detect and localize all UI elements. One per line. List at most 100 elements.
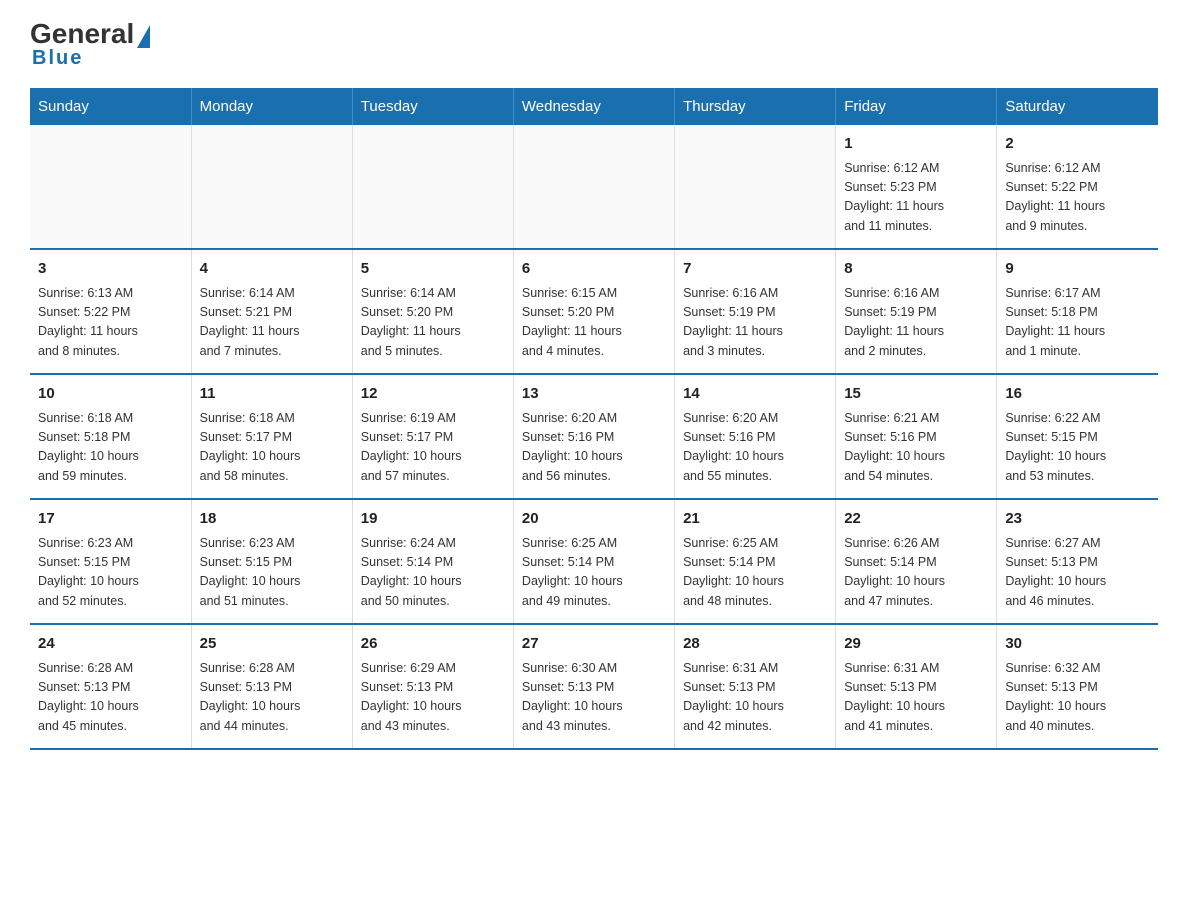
day-number: 13 <box>522 383 666 406</box>
day-number: 16 <box>1005 383 1150 406</box>
calendar-cell: 22 Sunrise: 6:26 AMSunset: 5:14 PMDayligh… <box>836 499 997 624</box>
day-number: 14 <box>683 383 827 406</box>
calendar-cell: 28 Sunrise: 6:31 AMSunset: 5:13 PMDayligh… <box>675 624 836 749</box>
calendar-week-row: 24 Sunrise: 6:28 AMSunset: 5:13 PMDayligh… <box>30 624 1158 749</box>
calendar-cell: 29 Sunrise: 6:31 AMSunset: 5:13 PMDayligh… <box>836 624 997 749</box>
calendar-week-row: 17 Sunrise: 6:23 AMSunset: 5:15 PMDayligh… <box>30 499 1158 624</box>
calendar-cell: 25 Sunrise: 6:28 AMSunset: 5:13 PMDayligh… <box>191 624 352 749</box>
day-number: 6 <box>522 258 666 281</box>
day-number: 29 <box>844 633 988 656</box>
calendar-cell: 30 Sunrise: 6:32 AMSunset: 5:13 PMDayligh… <box>997 624 1158 749</box>
calendar-cell: 14Sunrise: 6:20 AMSunset: 5:16 PMDayligh… <box>675 374 836 499</box>
calendar-cell: 24 Sunrise: 6:28 AMSunset: 5:13 PMDayligh… <box>30 624 191 749</box>
calendar-cell: 16 Sunrise: 6:22 AMSunset: 5:15 PMDayligh… <box>997 374 1158 499</box>
day-number: 15 <box>844 383 988 406</box>
calendar-cell: 18 Sunrise: 6:23 AMSunset: 5:15 PMDayligh… <box>191 499 352 624</box>
calendar-cell: 10 Sunrise: 6:18 AMSunset: 5:18 PMDayligh… <box>30 374 191 499</box>
day-info: Sunrise: 6:22 AMSunset: 5:15 PMDaylight:… <box>1005 409 1150 487</box>
day-info: Sunrise: 6:28 AMSunset: 5:13 PMDaylight:… <box>200 659 344 737</box>
calendar-cell: 1 Sunrise: 6:12 AMSunset: 5:23 PMDaylight… <box>836 125 997 249</box>
day-info: Sunrise: 6:23 AMSunset: 5:15 PMDaylight:… <box>200 534 344 612</box>
calendar-week-row: 10 Sunrise: 6:18 AMSunset: 5:18 PMDayligh… <box>30 374 1158 499</box>
calendar-week-row: 3 Sunrise: 6:13 AMSunset: 5:22 PMDaylight… <box>30 249 1158 374</box>
calendar-cell: 23 Sunrise: 6:27 AMSunset: 5:13 PMDayligh… <box>997 499 1158 624</box>
day-info: Sunrise: 6:16 AMSunset: 5:19 PMDaylight:… <box>844 284 988 362</box>
day-number: 24 <box>38 633 183 656</box>
day-number: 1 <box>844 133 988 156</box>
day-info: Sunrise: 6:23 AMSunset: 5:15 PMDaylight:… <box>38 534 183 612</box>
day-info: Sunrise: 6:27 AMSunset: 5:13 PMDaylight:… <box>1005 534 1150 612</box>
header-monday: Monday <box>191 88 352 125</box>
calendar-cell: 3 Sunrise: 6:13 AMSunset: 5:22 PMDaylight… <box>30 249 191 374</box>
calendar-week-row: 1 Sunrise: 6:12 AMSunset: 5:23 PMDaylight… <box>30 125 1158 249</box>
calendar-cell <box>675 125 836 249</box>
day-info: Sunrise: 6:18 AMSunset: 5:17 PMDaylight:… <box>200 409 344 487</box>
day-number: 27 <box>522 633 666 656</box>
header-tuesday: Tuesday <box>352 88 513 125</box>
day-number: 7 <box>683 258 827 281</box>
day-info: Sunrise: 6:25 AMSunset: 5:14 PMDaylight:… <box>522 534 666 612</box>
calendar-table: SundayMondayTuesdayWednesdayThursdayFrid… <box>30 88 1158 750</box>
day-number: 30 <box>1005 633 1150 656</box>
calendar-cell <box>30 125 191 249</box>
calendar-cell: 4 Sunrise: 6:14 AMSunset: 5:21 PMDaylight… <box>191 249 352 374</box>
day-info: Sunrise: 6:25 AMSunset: 5:14 PMDaylight:… <box>683 534 827 612</box>
page-header: General Blue <box>30 20 1158 68</box>
day-info: Sunrise: 6:12 AMSunset: 5:22 PMDaylight:… <box>1005 159 1150 237</box>
calendar-cell: 11 Sunrise: 6:18 AMSunset: 5:17 PMDayligh… <box>191 374 352 499</box>
day-info: Sunrise: 6:32 AMSunset: 5:13 PMDaylight:… <box>1005 659 1150 737</box>
calendar-cell: 13 Sunrise: 6:20 AMSunset: 5:16 PMDayligh… <box>513 374 674 499</box>
day-info: Sunrise: 6:14 AMSunset: 5:20 PMDaylight:… <box>361 284 505 362</box>
day-number: 10 <box>38 383 183 406</box>
day-info: Sunrise: 6:15 AMSunset: 5:20 PMDaylight:… <box>522 284 666 362</box>
calendar-cell <box>352 125 513 249</box>
calendar-cell: 12Sunrise: 6:19 AMSunset: 5:17 PMDayligh… <box>352 374 513 499</box>
day-info: Sunrise: 6:17 AMSunset: 5:18 PMDaylight:… <box>1005 284 1150 362</box>
day-number: 2 <box>1005 133 1150 156</box>
day-number: 4 <box>200 258 344 281</box>
header-wednesday: Wednesday <box>513 88 674 125</box>
day-number: 3 <box>38 258 183 281</box>
day-info: Sunrise: 6:14 AMSunset: 5:21 PMDaylight:… <box>200 284 344 362</box>
header-saturday: Saturday <box>997 88 1158 125</box>
header-thursday: Thursday <box>675 88 836 125</box>
calendar-cell: 15Sunrise: 6:21 AMSunset: 5:16 PMDayligh… <box>836 374 997 499</box>
day-info: Sunrise: 6:24 AMSunset: 5:14 PMDaylight:… <box>361 534 505 612</box>
day-number: 20 <box>522 508 666 531</box>
calendar-header-row: SundayMondayTuesdayWednesdayThursdayFrid… <box>30 88 1158 125</box>
calendar-cell: 17 Sunrise: 6:23 AMSunset: 5:15 PMDayligh… <box>30 499 191 624</box>
day-info: Sunrise: 6:12 AMSunset: 5:23 PMDaylight:… <box>844 159 988 237</box>
logo-display: General Blue <box>30 20 150 68</box>
calendar-cell: 7 Sunrise: 6:16 AMSunset: 5:19 PMDaylight… <box>675 249 836 374</box>
day-number: 5 <box>361 258 505 281</box>
day-info: Sunrise: 6:20 AMSunset: 5:16 PMDaylight:… <box>522 409 666 487</box>
calendar-cell: 27 Sunrise: 6:30 AMSunset: 5:13 PMDayligh… <box>513 624 674 749</box>
day-info: Sunrise: 6:30 AMSunset: 5:13 PMDaylight:… <box>522 659 666 737</box>
day-number: 8 <box>844 258 988 281</box>
day-info: Sunrise: 6:16 AMSunset: 5:19 PMDaylight:… <box>683 284 827 362</box>
day-number: 22 <box>844 508 988 531</box>
day-info: Sunrise: 6:31 AMSunset: 5:13 PMDaylight:… <box>683 659 827 737</box>
header-sunday: Sunday <box>30 88 191 125</box>
day-number: 12 <box>361 383 505 406</box>
day-number: 17 <box>38 508 183 531</box>
logo: General Blue <box>30 20 150 68</box>
calendar-cell: 19 Sunrise: 6:24 AMSunset: 5:14 PMDayligh… <box>352 499 513 624</box>
day-info: Sunrise: 6:13 AMSunset: 5:22 PMDaylight:… <box>38 284 183 362</box>
day-info: Sunrise: 6:26 AMSunset: 5:14 PMDaylight:… <box>844 534 988 612</box>
calendar-cell: 26Sunrise: 6:29 AMSunset: 5:13 PMDayligh… <box>352 624 513 749</box>
day-number: 11 <box>200 383 344 406</box>
calendar-cell: 2 Sunrise: 6:12 AMSunset: 5:22 PMDaylight… <box>997 125 1158 249</box>
day-number: 25 <box>200 633 344 656</box>
day-number: 28 <box>683 633 827 656</box>
day-info: Sunrise: 6:31 AMSunset: 5:13 PMDaylight:… <box>844 659 988 737</box>
day-number: 19 <box>361 508 505 531</box>
day-number: 21 <box>683 508 827 531</box>
day-info: Sunrise: 6:28 AMSunset: 5:13 PMDaylight:… <box>38 659 183 737</box>
day-number: 23 <box>1005 508 1150 531</box>
day-number: 9 <box>1005 258 1150 281</box>
calendar-cell: 21 Sunrise: 6:25 AMSunset: 5:14 PMDayligh… <box>675 499 836 624</box>
day-info: Sunrise: 6:18 AMSunset: 5:18 PMDaylight:… <box>38 409 183 487</box>
calendar-cell: 5 Sunrise: 6:14 AMSunset: 5:20 PMDaylight… <box>352 249 513 374</box>
day-number: 18 <box>200 508 344 531</box>
